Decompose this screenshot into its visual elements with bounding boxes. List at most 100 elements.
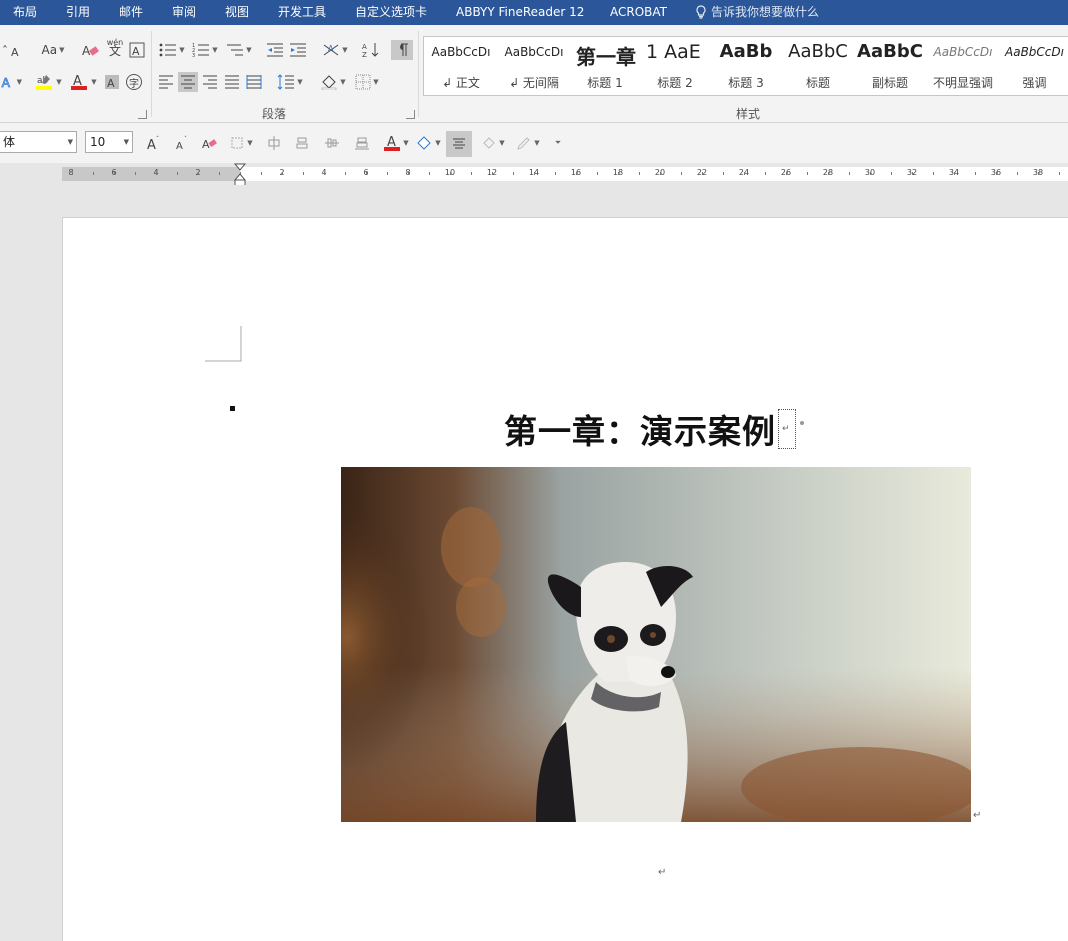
style-sample: 1 AaE [646, 41, 701, 63]
customize-toolbar-icon[interactable]: ⏷ [548, 133, 566, 153]
font-color-mini-button[interactable]: A ▼ [380, 133, 412, 153]
character-border-icon[interactable]: A [127, 40, 147, 60]
ruler-tick [366, 172, 367, 175]
group-separator [151, 31, 152, 117]
text-align-mini-button[interactable] [446, 131, 472, 157]
ruler-tick [723, 172, 724, 175]
tab-mailings[interactable]: 邮件 [119, 0, 143, 25]
decrease-indent-icon[interactable] [264, 40, 286, 60]
phonetic-guide-button[interactable]: wén 文 [104, 37, 126, 57]
enclose-characters-button[interactable]: 字 [124, 72, 144, 92]
bullets-button[interactable]: ▼ [157, 40, 187, 60]
show-hide-marks-button[interactable] [391, 40, 413, 60]
style-no-spacing[interactable]: AaBbCcDı ↲ 无间隔 [498, 37, 570, 95]
style-name: 标题 [805, 76, 830, 90]
paint-fill-icon[interactable]: ▼ [478, 133, 508, 153]
svg-text:ˆ: ˆ [156, 136, 159, 143]
clear-formatting-icon[interactable]: A [80, 40, 102, 60]
pen-outline-icon[interactable]: ▼ [512, 133, 544, 153]
font-dialog-launcher[interactable] [138, 110, 147, 119]
shape-fill-button[interactable]: ▼ [412, 133, 444, 153]
ruler-tick [219, 172, 220, 175]
tab-abbyy[interactable]: ABBYY FineReader 12 [456, 0, 584, 25]
style-sample: AaBbCcDı [1005, 45, 1064, 59]
character-shading-icon[interactable]: A [102, 72, 122, 92]
tell-me-box[interactable]: 告诉我你想要做什么 [695, 0, 819, 25]
paragraph-dialog-launcher[interactable] [406, 110, 415, 119]
increase-indent-icon[interactable] [287, 40, 309, 60]
ruler-tick [1059, 172, 1060, 175]
anchor-dot [800, 421, 804, 425]
style-title[interactable]: AaBbC 标题 [782, 37, 854, 95]
document-canvas: 第一章：演示案例 ↵ ↵ ↵ [0, 185, 1068, 941]
tab-layout[interactable]: 布局 [13, 0, 37, 25]
select-objects-icon[interactable]: ▼ [226, 133, 256, 153]
numbering-button[interactable]: 1 2 3 ▼ [190, 40, 220, 60]
dog-photo[interactable] [341, 467, 971, 822]
distributed-icon[interactable] [244, 72, 264, 92]
style-subtle-emphasis[interactable]: AaBbCcDı 不明显强调 [926, 37, 1000, 95]
style-name: 标题 2 [657, 76, 693, 90]
style-subtitle[interactable]: AaBbC 副标题 [854, 37, 926, 95]
tab-acrobat[interactable]: ACROBAT [610, 0, 667, 25]
font-color-button[interactable]: A ▼ [66, 72, 100, 92]
grow-font-icon[interactable]: Aˆ [144, 133, 164, 153]
highlight-color-button[interactable]: ab ▼ [32, 72, 64, 92]
align-right-icon[interactable] [200, 72, 220, 92]
align-left-icon[interactable] [156, 72, 176, 92]
font-size-value: 10 [90, 135, 106, 149]
sort-icon[interactable]: AZ [360, 40, 382, 60]
style-emphasis[interactable]: AaBbCcDı 强调 [1000, 37, 1068, 95]
style-heading-1[interactable]: 第一章 标题 1 [570, 37, 640, 95]
ruler-tick [492, 172, 493, 175]
ruler-tick [513, 172, 514, 175]
style-heading-3[interactable]: AaBb 标题 3 [710, 37, 782, 95]
style-heading-2[interactable]: 1 AaE 标题 2 [640, 37, 710, 95]
enclose-char-label: 字 [129, 79, 139, 90]
svg-text:ˇ: ˇ [184, 136, 187, 143]
ruler-tick [576, 172, 577, 175]
heading-text: 第一章：演示案例 [504, 412, 776, 451]
line-spacing-button[interactable]: ▼ [274, 72, 306, 92]
font-size-combo[interactable]: 10 ▼ [85, 131, 133, 153]
style-normal[interactable]: AaBbCcDı ↲ 正文 [424, 37, 498, 95]
document-heading[interactable]: 第一章：演示案例 ↵ [504, 405, 804, 453]
bottom-objects-icon[interactable] [352, 133, 372, 153]
tab-view[interactable]: 视图 [225, 0, 249, 25]
align-objects-icon[interactable] [264, 133, 284, 153]
svg-text:Z: Z [362, 51, 367, 58]
ruler-tick [471, 172, 472, 175]
text-effects-icon[interactable]: A ▼ [0, 72, 22, 92]
shading-button[interactable]: ▼ [316, 72, 350, 92]
justify-icon[interactable] [222, 72, 242, 92]
change-case-button[interactable]: Aa ▼ [38, 40, 68, 60]
ruler-tick [891, 172, 892, 175]
tab-references[interactable]: 引用 [66, 0, 90, 25]
horizontal-ruler[interactable]: 8 6 4 2 2 4 6 8 10 12 14 16 18 20 22 24 … [0, 163, 1068, 187]
tab-developer[interactable]: 开发工具 [278, 0, 326, 25]
align-center-icon[interactable] [178, 72, 198, 92]
phonetic-guide-char: 文 [108, 44, 121, 58]
font-name-combo[interactable]: 体 ▼ [0, 131, 77, 153]
center-objects-icon[interactable] [322, 133, 342, 153]
shrink-font-icon[interactable]: ˆA [0, 40, 26, 60]
style-name: ↲ 正文 [442, 76, 480, 90]
style-sample: 第一章 [576, 45, 636, 69]
borders-button[interactable]: ▼ [352, 72, 382, 92]
distribute-objects-icon[interactable] [292, 133, 312, 153]
shrink-font-small-icon[interactable]: Aˇ [172, 133, 192, 153]
style-sample: AaBbC [788, 41, 848, 62]
tab-review[interactable]: 审阅 [172, 0, 196, 25]
ruler-tick [261, 172, 262, 175]
style-name: 标题 3 [728, 76, 764, 90]
ruler-tick [1038, 172, 1039, 175]
ruler-tick [156, 172, 157, 175]
multilevel-list-button[interactable]: ▼ [223, 40, 255, 60]
chinese-layout-button[interactable]: A ▼ [318, 40, 352, 60]
ruler-tick [807, 172, 808, 175]
paragraph-group-label: 段落 [262, 107, 287, 121]
style-name: 强调 [1022, 76, 1047, 90]
clear-format-small-icon[interactable]: A [200, 133, 220, 153]
tab-custom[interactable]: 自定义选项卡 [355, 0, 427, 25]
image-paragraph-mark: ↵ [973, 810, 982, 821]
